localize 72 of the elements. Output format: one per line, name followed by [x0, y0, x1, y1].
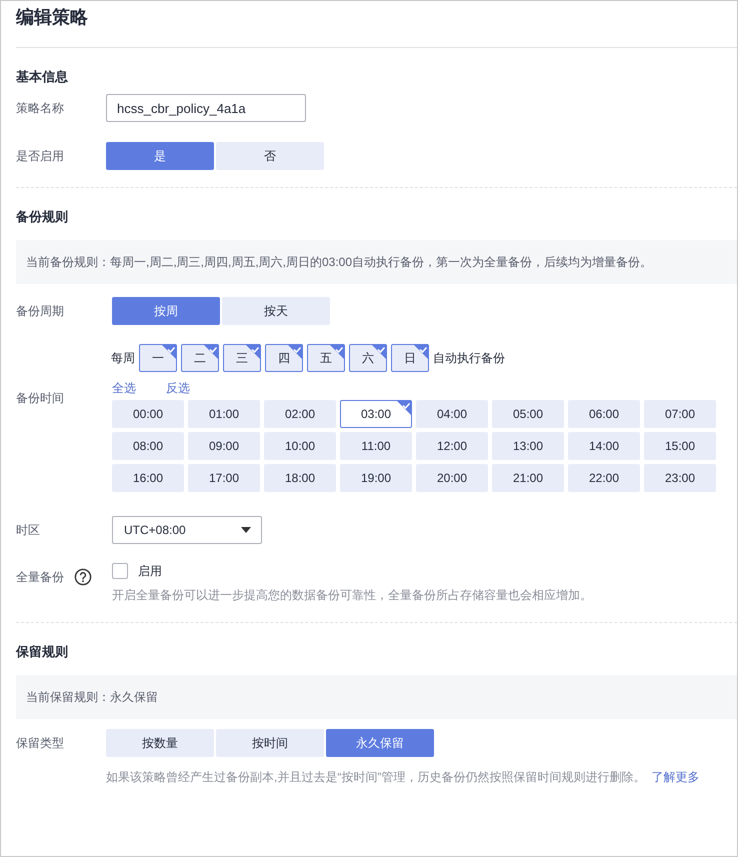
field-label: 全量备份 [16, 569, 64, 586]
time-slot[interactable]: 17:00 [188, 464, 260, 492]
day-toggle[interactable]: 日 [391, 344, 429, 372]
time-slot[interactable]: 04:00 [416, 400, 488, 428]
day-toggle[interactable]: 五 [307, 344, 345, 372]
checkbox[interactable] [112, 563, 128, 579]
time-slot[interactable]: 16:00 [112, 464, 184, 492]
week-suffix: 自动执行备份 [433, 350, 505, 366]
time-slot[interactable]: 08:00 [112, 432, 184, 460]
check-corner-icon [288, 345, 302, 359]
segment-button[interactable]: 否 [216, 142, 324, 170]
day-toggle[interactable]: 一 [139, 344, 177, 372]
page-title: 编辑策略 [16, 6, 89, 29]
check-corner-icon [397, 401, 411, 415]
time-slot[interactable]: 18:00 [264, 464, 336, 492]
hint-text: 如果该策略曾经产生过备份副本,并且过去是“按时间”管理，历史备份仍然按照保留时间规则进行删除。 [106, 770, 646, 784]
check-corner-icon [330, 345, 344, 359]
time-slot[interactable]: 11:00 [340, 432, 412, 460]
time-slot[interactable]: 00:00 [112, 400, 184, 428]
field-label: 时区 [16, 522, 41, 539]
help-icon [74, 568, 92, 586]
check-corner-icon [162, 345, 176, 359]
timezone-select[interactable]: UTC+08:00 [112, 516, 262, 544]
time-slot[interactable]: 21:00 [492, 464, 564, 492]
week-label: 每周 [111, 350, 135, 366]
checkbox-label[interactable]: 启用 [138, 562, 162, 580]
time-slot[interactable]: 09:00 [188, 432, 260, 460]
field-label: 保留类型 [16, 735, 65, 752]
time-slot[interactable]: 05:00 [492, 400, 564, 428]
segment-button[interactable]: 按周 [112, 297, 220, 325]
time-slot[interactable]: 02:00 [264, 400, 336, 428]
check-corner-icon [204, 345, 218, 359]
time-slot[interactable]: 07:00 [644, 400, 716, 428]
time-slot[interactable]: 15:00 [644, 432, 716, 460]
caret-icon [241, 527, 251, 533]
field-label: 是否启用 [16, 148, 65, 165]
input-field[interactable]: hcss_cbr_policy_4a1a [106, 94, 306, 122]
day-toggle[interactable]: 六 [349, 344, 387, 372]
check-corner-icon [414, 345, 428, 359]
segment-button[interactable]: 永久保留 [326, 729, 434, 757]
info-banner: 当前保留规则：永久保留 [16, 675, 737, 719]
select-all-link[interactable]: 全选 [112, 380, 136, 400]
day-toggle[interactable]: 二 [181, 344, 219, 372]
day-toggle[interactable]: 四 [265, 344, 303, 372]
time-slot[interactable]: 19:00 [340, 464, 412, 492]
learn-more-link[interactable]: 了解更多 [651, 770, 700, 784]
field-label: 策略名称 [16, 100, 65, 117]
time-slot[interactable]: 10:00 [264, 432, 336, 460]
time-slot[interactable]: 20:00 [416, 464, 488, 492]
invert-selection-link[interactable]: 反选 [166, 380, 190, 400]
time-slot[interactable]: 23:00 [644, 464, 716, 492]
info-banner: 当前备份规则：每周一,周二,周三,周四,周五,周六,周日的03:00自动执行备份，第一次为全量备份，后续均为增量备份。 [16, 240, 737, 284]
time-slot[interactable]: 12:00 [416, 432, 488, 460]
segment-button[interactable]: 按数量 [106, 729, 214, 757]
time-slot[interactable]: 06:00 [568, 400, 640, 428]
day-toggle[interactable]: 三 [223, 344, 261, 372]
segment-button[interactable]: 按天 [222, 297, 330, 325]
field-label: 备份时间 [16, 390, 65, 407]
section-heading: 保留规则 [16, 643, 69, 661]
check-corner-icon [372, 345, 386, 359]
time-slot[interactable]: 14:00 [568, 432, 640, 460]
time-slot[interactable]: 22:00 [568, 464, 640, 492]
segment-button[interactable]: 按时间 [216, 729, 324, 757]
section-heading: 基本信息 [16, 68, 69, 86]
hint-text: 开启全量备份可以进一步提高您的数据备份可靠性，全量备份所占存储容量也会相应增加。 [112, 587, 592, 604]
field-label: 备份周期 [16, 303, 65, 320]
time-slot[interactable]: 13:00 [492, 432, 564, 460]
segment-button[interactable]: 是 [106, 142, 214, 170]
section-heading: 备份规则 [16, 208, 69, 226]
check-corner-icon [246, 345, 260, 359]
time-slot[interactable]: 01:00 [188, 400, 260, 428]
time-slot[interactable]: 03:00 [340, 400, 412, 428]
